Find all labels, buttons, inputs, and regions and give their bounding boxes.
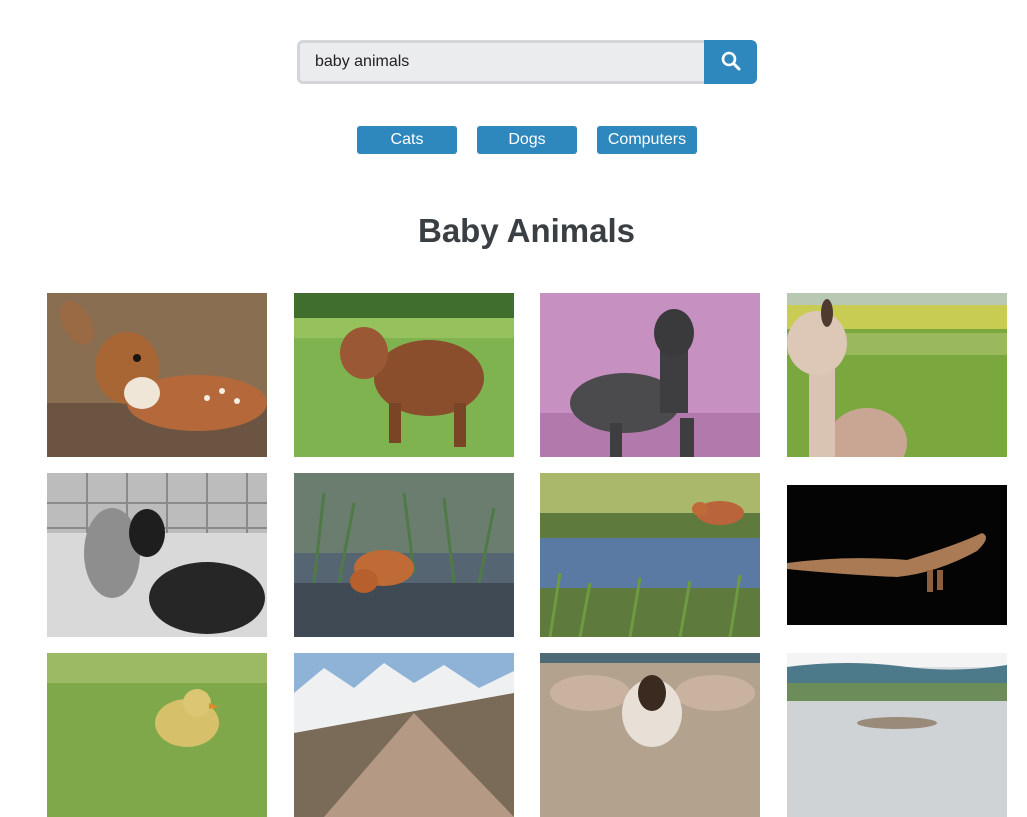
page-title: Baby Animals	[417, 212, 635, 249]
image-highland-calf[interactable]	[293, 293, 514, 457]
image-fox-on-log[interactable]	[540, 473, 760, 637]
image-alpaca[interactable]	[786, 293, 1007, 457]
image-alpacas[interactable]	[47, 473, 267, 637]
search-bar	[297, 40, 757, 84]
image-fawn[interactable]	[47, 293, 267, 457]
search-icon	[721, 51, 741, 74]
image-goat-kid[interactable]	[540, 653, 760, 817]
cats-button[interactable]: Cats	[357, 126, 457, 154]
image-fox-kit[interactable]	[293, 473, 514, 637]
image-lizard[interactable]	[786, 473, 1007, 637]
dogs-button[interactable]: Dogs	[477, 126, 577, 154]
search-button[interactable]	[704, 40, 757, 84]
image-grid	[47, 293, 1007, 817]
image-gosling[interactable]	[47, 653, 267, 817]
image-lake[interactable]	[786, 653, 1007, 817]
search-input[interactable]	[297, 40, 704, 84]
image-mountains[interactable]	[293, 653, 514, 817]
category-buttons: Cats Dogs Computers	[357, 126, 697, 154]
computers-button[interactable]: Computers	[597, 126, 697, 154]
image-black-alpaca[interactable]	[540, 293, 760, 457]
